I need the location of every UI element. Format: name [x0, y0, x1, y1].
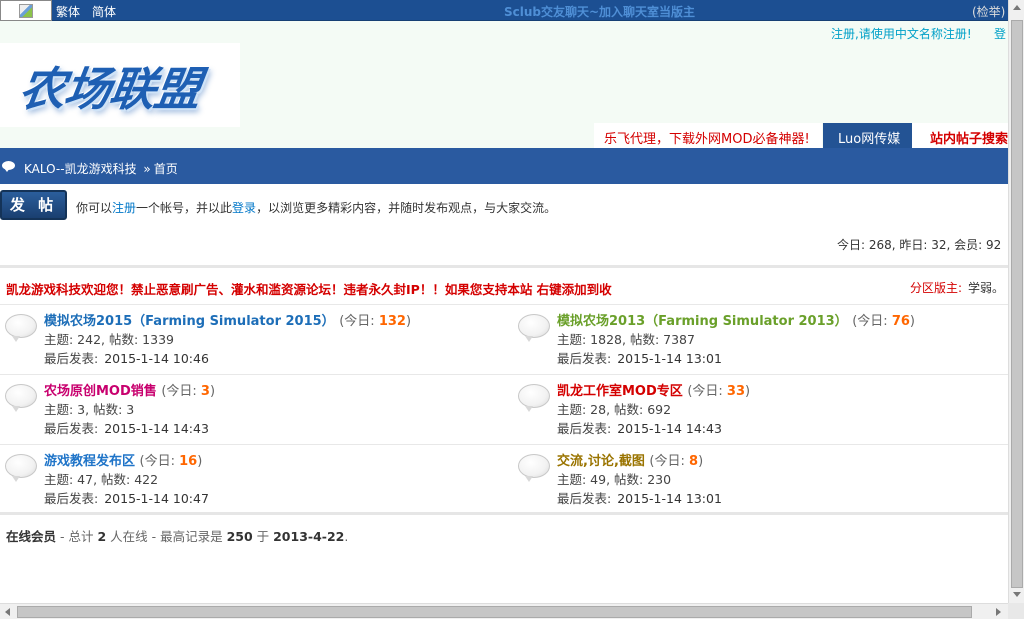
forum-stats: 主题: 1828, 帖数: 7387 — [557, 332, 695, 347]
moderator-label: 分区版主: — [910, 281, 963, 295]
forum-last-post[interactable]: 最后发表: 2015-1-14 14:43 — [44, 418, 209, 437]
site-stats: 今日: 268, 昨日: 32, 会员: 92 — [837, 238, 1002, 252]
forum-stats: 主题: 47, 帖数: 422 — [44, 472, 159, 487]
forum-item: 凯龙工作室MOD专区 (今日: 33) 主题: 28, 帖数: 692 最后发表… — [518, 380, 1018, 440]
forum-today-count: (今日: 16) — [139, 454, 203, 469]
row-divider — [0, 304, 1008, 305]
forum-stats: 主题: 242, 帖数: 1339 — [44, 332, 174, 347]
forum-stats: 主题: 3, 帖数: 3 — [44, 402, 135, 417]
tab-luo-media[interactable]: Luo网传媒 — [823, 123, 912, 148]
forum-today-count: (今日: 132) — [339, 314, 412, 329]
breadcrumb-home[interactable]: 首页 — [154, 162, 178, 176]
breadcrumb: KALO--凯龙游戏科技 » 首页 — [24, 160, 178, 177]
forum-last-post[interactable]: 最后发表: 2015-1-14 10:46 — [44, 348, 209, 367]
logo-text: 农场联盟 — [15, 62, 204, 116]
forum-item: 模拟农场2013（Farming Simulator 2013） (今日: 76… — [518, 310, 1018, 370]
register-note-link[interactable]: 注册,请使用中文名称注册! — [831, 27, 972, 41]
speech-bubble-icon — [2, 161, 15, 172]
forum-today-count: (今日: 8) — [649, 454, 704, 469]
site-logo[interactable]: 农场联盟 — [0, 43, 240, 127]
online-members: 在线会员 - 总计 2 人在线 - 最高记录是 250 于 2013-4-22. — [6, 529, 349, 544]
forum-title[interactable]: 游戏教程发布区 — [44, 454, 135, 469]
vertical-scrollbar[interactable] — [1008, 0, 1024, 603]
broken-image-icon — [19, 4, 33, 18]
row-divider — [0, 444, 1008, 445]
forum-status-bubble-icon — [518, 314, 550, 342]
breadcrumb-bar: KALO--凯龙游戏科技 » 首页 — [0, 148, 1008, 184]
forum-last-post[interactable]: 最后发表: 2015-1-14 14:43 — [557, 418, 722, 437]
forum-today-count: (今日: 33) — [687, 384, 751, 399]
forum-today-count: (今日: 3) — [161, 384, 216, 399]
group-divider-top — [0, 265, 1008, 268]
site-header: 注册,请使用中文名称注册! 登 农场联盟 乐飞代理，下载外网MOD必备神器! L… — [0, 21, 1008, 148]
forum-status-bubble-icon — [518, 384, 550, 412]
tab-ad-proxy[interactable]: 乐飞代理，下载外网MOD必备神器! — [594, 123, 822, 148]
forum-stats: 主题: 28, 帖数: 692 — [557, 402, 672, 417]
group-announcement[interactable]: 凯龙游戏科技欢迎您！禁止恶意刷广告、灌水和滥资源论坛！违者永久封IP！！如果您支… — [6, 279, 612, 298]
forum-item: 农场原创MOD销售 (今日: 3) 主题: 3, 帖数: 3 最后发表: 2015… — [5, 380, 505, 440]
horizontal-scrollbar[interactable] — [0, 603, 1008, 619]
new-post-button[interactable]: 发 帖 — [0, 190, 67, 220]
scroll-up-arrow-icon[interactable] — [1013, 5, 1021, 10]
forum-last-post[interactable]: 最后发表: 2015-1-14 10:47 — [44, 488, 209, 507]
guest-notice: 你可以注册一个帐号，并以此登录，以浏览更多精彩内容，并随时发布观点，与大家交流。 — [76, 201, 557, 215]
forum-title[interactable]: 凯龙工作室MOD专区 — [557, 384, 683, 399]
online-record: 250 — [226, 529, 253, 544]
scroll-down-arrow-icon[interactable] — [1013, 592, 1021, 597]
forum-item: 交流,讨论,截图 (今日: 8) 主题: 49, 帖数: 230 最后发表: 20… — [518, 450, 1018, 510]
tab-post-search[interactable]: 站内帖子搜索 — [912, 123, 1008, 148]
forum-last-post[interactable]: 最后发表: 2015-1-14 13:01 — [557, 488, 722, 507]
forum-status-bubble-icon — [518, 454, 550, 482]
forum-item: 模拟农场2015（Farming Simulator 2015） (今日: 13… — [5, 310, 505, 370]
forum-title[interactable]: 交流,讨论,截图 — [557, 454, 645, 469]
top-toolbar: 繁体 简体 Sclub交友聊天~加入聊天室当版主 (检举) — [0, 0, 1024, 21]
scroll-right-arrow-icon[interactable] — [996, 608, 1001, 616]
forum-status-bubble-icon — [5, 384, 37, 412]
simplified-chinese-link[interactable]: 简体 — [92, 3, 116, 20]
group-moderator: 分区版主: 学弱。 — [910, 279, 1004, 296]
login-link-inline[interactable]: 登录 — [232, 201, 256, 215]
broken-image-slot[interactable] — [0, 0, 52, 21]
online-members-label[interactable]: 在线会员 — [6, 529, 56, 544]
scrollbar-corner — [1008, 603, 1024, 619]
forum-title[interactable]: 农场原创MOD销售 — [44, 384, 157, 399]
vertical-scroll-thumb[interactable] — [1011, 20, 1023, 588]
traditional-chinese-link[interactable]: 繁体 — [56, 3, 80, 20]
login-link[interactable]: 登 — [994, 25, 1006, 42]
horizontal-scroll-thumb[interactable] — [17, 606, 972, 618]
forum-last-post[interactable]: 最后发表: 2015-1-14 13:01 — [557, 348, 722, 367]
online-count: 2 — [97, 529, 107, 544]
breadcrumb-site[interactable]: KALO--凯龙游戏科技 — [24, 162, 137, 176]
forum-stats: 主题: 49, 帖数: 230 — [557, 472, 672, 487]
forum-today-count: (今日: 76) — [852, 314, 915, 329]
breadcrumb-separator: » — [143, 162, 151, 176]
scrolling-notice[interactable]: Sclub交友聊天~加入聊天室当版主 — [504, 3, 695, 20]
row-divider — [0, 374, 1008, 375]
moderator-name[interactable]: 学弱。 — [968, 281, 1004, 295]
forum-status-bubble-icon — [5, 454, 37, 482]
forum-title[interactable]: 模拟农场2015（Farming Simulator 2015） — [44, 314, 335, 329]
scroll-left-arrow-icon[interactable] — [5, 608, 10, 616]
group-divider-bottom — [0, 512, 1008, 515]
forum-item: 游戏教程发布区 (今日: 16) 主题: 47, 帖数: 422 最后发表: 20… — [5, 450, 505, 510]
forum-title[interactable]: 模拟农场2013（Farming Simulator 2013） — [557, 314, 848, 329]
forum-status-bubble-icon — [5, 314, 37, 342]
register-link[interactable]: 注册 — [112, 201, 136, 215]
online-record-date: 2013-4-22 — [273, 529, 345, 544]
report-link[interactable]: (检举) — [972, 3, 1005, 20]
